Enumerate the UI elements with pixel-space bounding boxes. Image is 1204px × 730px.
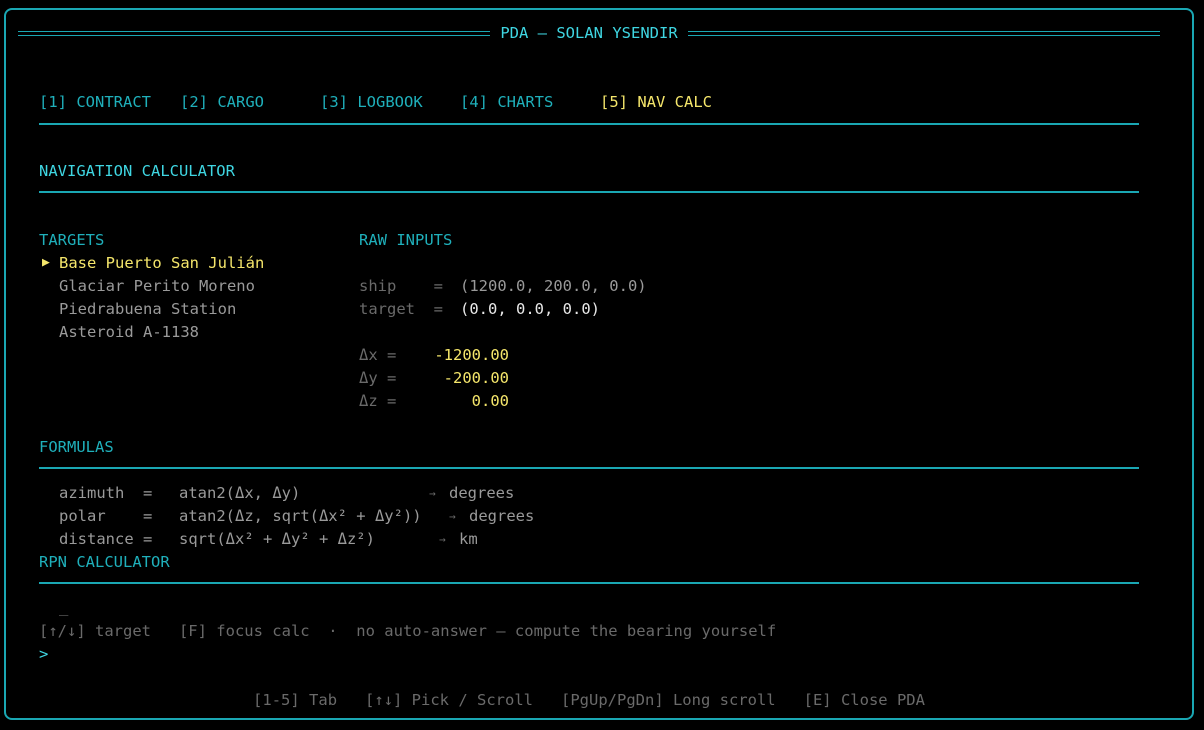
- tab-nav-calc[interactable]: [5] NAV CALC: [600, 91, 712, 113]
- section-title: NAVIGATION CALCULATOR: [39, 162, 235, 180]
- tab-contract[interactable]: [1] CONTRACT: [39, 91, 151, 113]
- formula-lhs: distance =: [59, 530, 153, 548]
- tab-cargo[interactable]: [2] CARGO: [180, 91, 264, 113]
- title-bar: PDA — SOLAN YSENDIR: [18, 22, 1160, 44]
- formulas-divider: [39, 467, 1139, 469]
- dy-value: -200.00: [443, 369, 509, 387]
- target-value: (0.0, 0.0, 0.0): [460, 300, 600, 318]
- formula-unit: km: [459, 530, 478, 548]
- formula-unit: degrees: [449, 484, 515, 502]
- tab-charts[interactable]: [4] CHARTS: [460, 91, 553, 113]
- formula-lhs: azimuth =: [59, 484, 153, 502]
- arrow-right-icon: →: [429, 487, 436, 500]
- dz-label: Δz =: [359, 392, 397, 410]
- section-divider: [39, 191, 1139, 193]
- arrow-right-icon: →: [439, 533, 446, 546]
- formula-unit: degrees: [469, 507, 535, 525]
- dz-value: 0.00: [471, 392, 509, 410]
- formulas-header: FORMULAS: [39, 438, 114, 456]
- command-prompt[interactable]: >: [39, 643, 48, 665]
- target-item[interactable]: Piedrabuena Station: [59, 298, 236, 320]
- formula-expr: atan2(Δx, Δy): [179, 484, 301, 502]
- pda-frame: [4, 8, 1194, 720]
- dx-value: -1200.00: [434, 346, 509, 364]
- ship-label: ship =: [359, 277, 443, 295]
- title-rule-left: [18, 30, 491, 36]
- rpn-divider: [39, 582, 1139, 584]
- title-rule-right: [687, 30, 1160, 36]
- rpn-input-cursor[interactable]: _: [59, 596, 68, 618]
- dy-label: Δy =: [359, 369, 397, 387]
- target-item[interactable]: Glaciar Perito Moreno: [59, 275, 255, 297]
- tabs-divider: [39, 123, 1139, 125]
- window-title: PDA — SOLAN YSENDIR: [500, 24, 678, 42]
- target-item[interactable]: Asteroid A-1138: [59, 321, 199, 343]
- formula-lhs: polar =: [59, 507, 153, 525]
- raw-inputs-header: RAW INPUTS: [359, 231, 453, 249]
- target-label: target =: [359, 300, 443, 318]
- tab-logbook[interactable]: [3] LOGBOOK: [320, 91, 423, 113]
- ship-value: (1200.0, 200.0, 0.0): [460, 277, 647, 295]
- rpn-header: RPN CALCULATOR: [39, 553, 170, 571]
- formula-expr: sqrt(Δx² + Δy² + Δz²): [179, 530, 375, 548]
- footer-keybindings: [1-5] Tab [↑↓] Pick / Scroll [PgUp/PgDn]…: [253, 691, 925, 709]
- target-item-selected[interactable]: Base Puerto San Julián: [59, 252, 264, 274]
- selection-cursor-icon: ▶: [42, 255, 50, 270]
- formula-expr: atan2(Δz, sqrt(Δx² + Δy²)): [179, 507, 422, 525]
- rpn-hint: [↑/↓] target [F] focus calc · no auto-an…: [39, 622, 777, 640]
- targets-header: TARGETS: [39, 231, 105, 249]
- arrow-right-icon: →: [449, 510, 456, 523]
- dx-label: Δx =: [359, 346, 397, 364]
